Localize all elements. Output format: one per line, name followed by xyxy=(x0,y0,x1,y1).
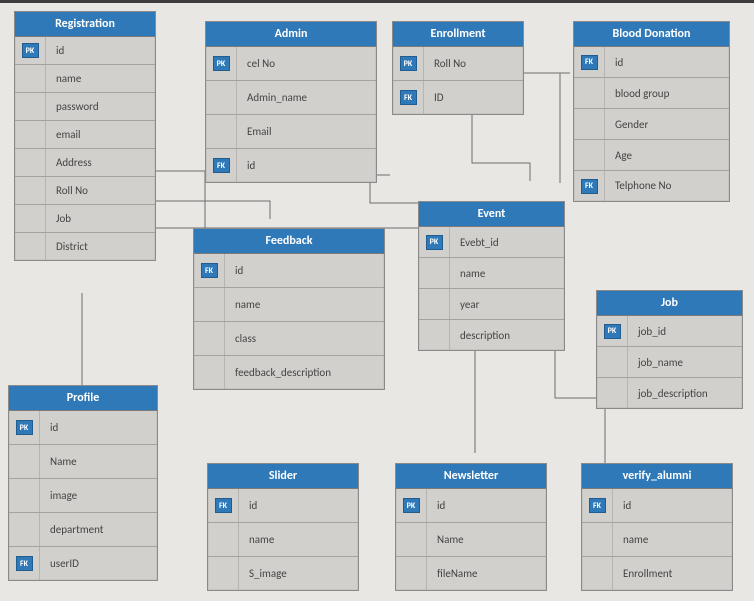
entity-feedback: Feedback FK id name class feedback_descri… xyxy=(193,228,385,390)
fk-badge: FK xyxy=(581,55,598,70)
field: Roll No xyxy=(424,57,523,70)
field: id xyxy=(225,264,384,277)
field: Name xyxy=(40,455,157,468)
field: id xyxy=(605,56,729,69)
field: id xyxy=(613,499,732,512)
entity-title: verify_alumni xyxy=(582,464,732,489)
entity-registration: Registration PK id name password email Ad… xyxy=(14,11,156,261)
entity-enrollment: Enrollment PK Roll No FK ID xyxy=(392,21,524,115)
field: ID xyxy=(424,91,523,104)
fk-badge: FK xyxy=(400,90,417,105)
pk-badge: PK xyxy=(22,43,39,58)
field: Telphone No xyxy=(605,180,729,192)
entity-profile: Profile PK id Name image department FK use… xyxy=(8,385,158,581)
field: fileName xyxy=(427,567,546,580)
field: Name xyxy=(427,533,546,546)
field: Job xyxy=(46,212,155,225)
fk-badge: FK xyxy=(16,556,33,571)
field: description xyxy=(450,329,564,342)
pk-badge: PK xyxy=(213,56,230,71)
entity-title: Enrollment xyxy=(393,22,523,47)
field: Enrollment xyxy=(613,567,732,580)
field: Admin_name xyxy=(237,91,376,104)
field: Age xyxy=(605,149,729,162)
field: Evebt_id xyxy=(450,236,564,249)
entity-title: Job xyxy=(597,291,742,316)
entity-title: Feedback xyxy=(194,229,384,254)
field: id xyxy=(40,421,157,434)
fk-badge: FK xyxy=(581,179,598,194)
entity-verify-alumni: verify_alumni FK id name Enrollment xyxy=(581,463,733,591)
field: feedback_description xyxy=(225,366,384,379)
entity-event: Event PK Evebt_id name year description xyxy=(418,201,565,351)
field: name xyxy=(46,72,155,85)
pk-badge: PK xyxy=(604,324,621,339)
field: id xyxy=(46,44,155,57)
field: cel No xyxy=(237,57,376,70)
field: password xyxy=(46,100,155,113)
field: Roll No xyxy=(46,184,155,197)
field: job_name xyxy=(628,356,742,369)
field: S_image xyxy=(239,567,358,580)
field: District xyxy=(46,240,155,253)
fk-badge: FK xyxy=(589,498,606,513)
field: name xyxy=(225,298,384,311)
field: id xyxy=(427,499,546,512)
field: id xyxy=(237,159,376,172)
entity-title: Profile xyxy=(9,386,157,411)
entity-title: Registration xyxy=(15,12,155,37)
entity-newsletter: Newsletter PK id Name fileName xyxy=(395,463,547,591)
field: year xyxy=(450,298,564,311)
entity-title: Newsletter xyxy=(396,464,546,489)
field: name xyxy=(613,533,732,546)
field: department xyxy=(40,523,157,536)
field: job_description xyxy=(628,387,742,400)
field: job_id xyxy=(628,325,742,338)
pk-badge: PK xyxy=(16,420,33,435)
entity-title: Blood Donation xyxy=(574,22,729,47)
field: name xyxy=(450,267,564,280)
fk-badge: FK xyxy=(215,498,232,513)
pk-badge: PK xyxy=(400,56,417,71)
entity-blood-donation: Blood Donation FK id blood group Gender A… xyxy=(573,21,730,202)
fk-badge: FK xyxy=(213,158,230,173)
field: Gender xyxy=(605,118,729,131)
fk-badge: FK xyxy=(201,263,218,278)
entity-title: Event xyxy=(419,202,564,227)
diagram-canvas: Registration PK id name password email Ad… xyxy=(0,0,754,601)
field: class xyxy=(225,332,384,345)
field: name xyxy=(239,533,358,546)
pk-badge: PK xyxy=(426,235,443,250)
field: email xyxy=(46,128,155,141)
entity-slider: Slider FK id name S_image xyxy=(207,463,359,591)
field: image xyxy=(40,489,157,502)
pk-badge: PK xyxy=(403,498,420,513)
field: Address xyxy=(46,156,155,169)
field: Email xyxy=(237,125,376,138)
entity-title: Slider xyxy=(208,464,358,489)
entity-job: Job PK job_id job_name job_description xyxy=(596,290,743,409)
entity-admin: Admin PK cel No Admin_name Email FK id xyxy=(205,21,377,183)
field: id xyxy=(239,499,358,512)
field: userID xyxy=(40,557,157,570)
entity-title: Admin xyxy=(206,22,376,47)
field: blood group xyxy=(605,87,729,100)
